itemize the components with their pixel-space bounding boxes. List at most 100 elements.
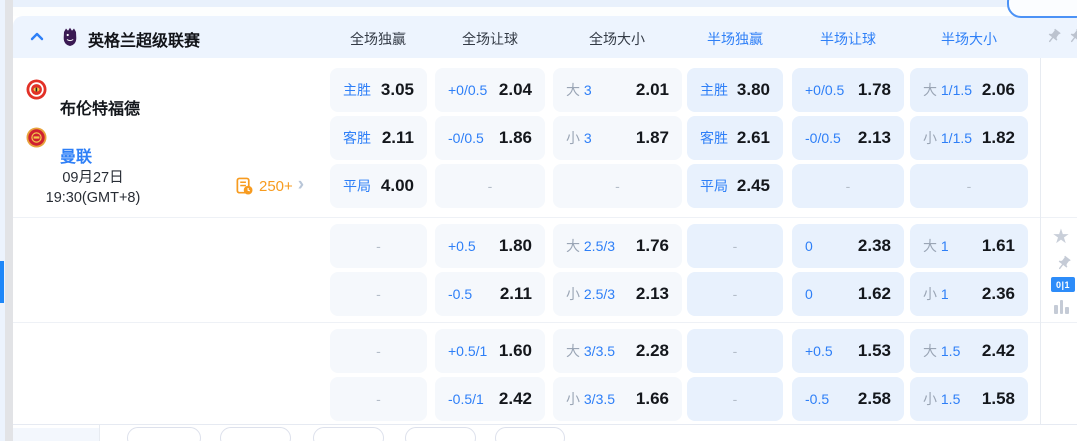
odds-label: -0/0.5 (805, 130, 841, 146)
odds-cell-empty: - (792, 164, 904, 208)
odds-cell[interactable]: 小 1.51.58 (910, 377, 1028, 421)
odds-value: 1.82 (982, 128, 1015, 148)
column-header-halftime-handicap[interactable]: 半场让球 (820, 29, 876, 49)
odds-cell[interactable]: 小 3/3.51.66 (553, 377, 682, 421)
odds-label: 小 3 (566, 128, 592, 148)
odds-cell[interactable]: 客胜 2.11 (330, 116, 427, 160)
bottom-tab-button[interactable] (495, 427, 565, 441)
more-markets-link[interactable]: 250+ › (235, 164, 304, 208)
odds-label: +0.5 (448, 238, 476, 254)
odds-cell[interactable]: -0/0.52.13 (792, 116, 904, 160)
odds-label: +0/0.5 (448, 82, 487, 98)
score-badge[interactable]: 0|1 (1051, 277, 1075, 292)
odds-value: 1.60 (499, 341, 532, 361)
odds-label: 平局 (700, 176, 728, 196)
odds-cell[interactable]: 客胜2.61 (687, 116, 783, 160)
odds-cell[interactable]: 小 1 2.36 (910, 272, 1028, 316)
odds-value: 2.58 (858, 389, 891, 409)
odds-value: 1.78 (858, 80, 891, 100)
odds-value: 2.11 (500, 284, 532, 304)
pin-icon[interactable] (1067, 28, 1077, 45)
bottom-tab-button[interactable] (127, 427, 201, 441)
top-filter-pill-button[interactable] (1007, 0, 1077, 18)
column-header-fulltime-overunder[interactable]: 全场大小 (589, 29, 645, 49)
odds-cell[interactable]: 01.62 (792, 272, 904, 316)
odds-cell[interactable]: +0.51.80 (435, 224, 545, 268)
match-datetime: 09月27日 19:30(GMT+8) (13, 168, 173, 208)
odds-line: 平局 (343, 178, 371, 194)
home-team-name[interactable]: 布伦特福德 (60, 95, 140, 119)
odds-cell[interactable]: -0.5 2.58 (792, 377, 904, 421)
bottom-tab-button[interactable] (405, 427, 476, 441)
odds-value: 1.86 (499, 128, 532, 148)
markets-list-icon (235, 177, 254, 196)
collapse-chevron-up-icon[interactable] (28, 28, 46, 46)
odds-cell[interactable]: 大 1.52.42 (910, 329, 1028, 373)
odds-line: 客胜 (343, 130, 371, 146)
empty-dash: - (700, 286, 770, 302)
odds-cell[interactable]: 平局2.45 (687, 164, 783, 208)
column-header-halftime-1x2[interactable]: 半场独赢 (707, 29, 763, 49)
odds-label-prefix: 小 (923, 286, 937, 302)
favorite-star-icon[interactable]: ★ (1052, 224, 1070, 249)
odds-value: 2.11 (382, 128, 414, 148)
odds-cell[interactable]: +0/0.51.78 (792, 68, 904, 112)
premier-league-logo-icon (61, 26, 79, 47)
odds-label: 小 1 (923, 284, 949, 304)
odds-line: 1.5 (941, 391, 960, 407)
section-gap (13, 7, 1077, 16)
stats-bar-chart-icon[interactable] (1054, 299, 1072, 314)
odds-value: 2.06 (982, 80, 1015, 100)
odds-cell[interactable]: 大 3/3.52.28 (553, 329, 682, 373)
pin-icon[interactable] (1045, 28, 1062, 45)
away-team-name[interactable]: 曼联 (60, 143, 92, 167)
odds-label: +0.5 (805, 343, 833, 359)
odds-cell[interactable]: 小 1/1.51.82 (910, 116, 1028, 160)
odds-cell[interactable]: -0.5/12.42 (435, 377, 545, 421)
column-header-fulltime-1x2[interactable]: 全场独赢 (350, 29, 406, 49)
odds-cell[interactable]: 大 32.01 (553, 68, 682, 112)
group-divider (13, 217, 1077, 218)
odds-cell[interactable]: 主胜3.05 (330, 68, 427, 112)
odds-cell[interactable]: 02.38 (792, 224, 904, 268)
chevron-right-icon: › (298, 178, 304, 192)
odds-cell[interactable]: +0/0.52.04 (435, 68, 545, 112)
odds-cell[interactable]: 平局4.00 (330, 164, 427, 208)
bottom-tab-button[interactable] (220, 427, 291, 441)
odds-value: 2.36 (982, 284, 1015, 304)
odds-label: 大 1/1.5 (923, 80, 972, 100)
odds-cell[interactable]: 大 11.61 (910, 224, 1028, 268)
odds-label: 大 1.5 (923, 341, 960, 361)
odds-cell[interactable]: -0.5 2.11 (435, 272, 545, 316)
league-title: 英格兰超级联赛 (88, 27, 200, 51)
odds-value: 1.61 (982, 236, 1015, 256)
empty-dash: - (566, 178, 669, 194)
empty-dash: - (700, 391, 770, 407)
odds-cell-empty: - (910, 164, 1028, 208)
odds-cell[interactable]: +0.5/11.60 (435, 329, 545, 373)
odds-label: -0.5 (805, 391, 829, 407)
odds-cell[interactable]: +0.51.53 (792, 329, 904, 373)
match-odds-card: 英格兰超级联赛 全场独赢 全场让球 全场大小 半场独赢 半场让球 半场大小 (13, 16, 1077, 441)
empty-dash: - (343, 238, 414, 254)
pin-icon[interactable] (1055, 255, 1072, 272)
odds-cell-empty: - (435, 164, 545, 208)
odds-cell[interactable]: 大 1/1.5 2.06 (910, 68, 1028, 112)
odds-label-prefix: 小 (566, 391, 580, 407)
odds-label: 客胜 (700, 128, 728, 148)
odds-cell[interactable]: 主胜3.80 (687, 68, 783, 112)
odds-line: 2.5/3 (584, 238, 615, 254)
odds-cell[interactable]: 大 2.5/31.76 (553, 224, 682, 268)
bottom-tab-button[interactable] (313, 427, 384, 441)
column-header-halftime-overunder[interactable]: 半场大小 (941, 29, 997, 49)
odds-line: -0/0.5 (448, 130, 484, 146)
odds-cell[interactable]: 小 2.5/32.13 (553, 272, 682, 316)
column-header-fulltime-handicap[interactable]: 全场让球 (462, 29, 518, 49)
odds-value: 2.01 (636, 80, 669, 100)
scrollbar[interactable] (5, 0, 13, 441)
odds-line: +0.5 (805, 343, 833, 359)
odds-cell[interactable]: 小 31.87 (553, 116, 682, 160)
odds-label: -0.5 (448, 286, 472, 302)
odds-cell[interactable]: -0/0.5 1.86 (435, 116, 545, 160)
odds-line: 0 (805, 286, 813, 302)
